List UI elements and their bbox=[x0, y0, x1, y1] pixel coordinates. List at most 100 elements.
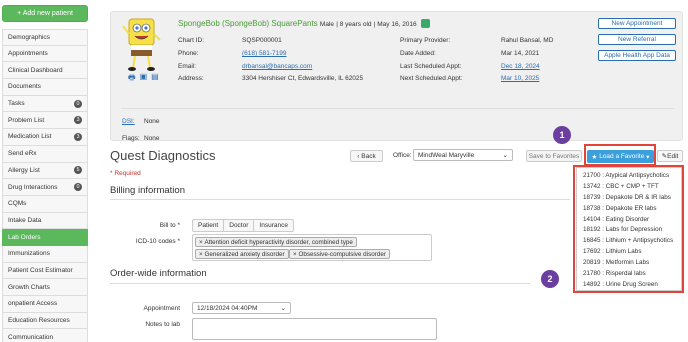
sidebar-item-label: Intake Data bbox=[8, 216, 42, 224]
sidebar-item[interactable]: onpatient Access bbox=[2, 296, 88, 313]
icd-tag[interactable]: × Obsessive-compulsive disorder bbox=[289, 249, 390, 259]
card-icon[interactable]: ▣ bbox=[140, 72, 148, 86]
sidebar-item[interactable]: Immunizations bbox=[2, 245, 88, 263]
sidebar-item-label: Tasks bbox=[8, 100, 25, 108]
sidebar-item[interactable]: CQMs bbox=[2, 195, 88, 213]
sidebar-item[interactable]: Allergy List 5 bbox=[2, 162, 88, 180]
print-icon[interactable]: 🖶 bbox=[128, 72, 136, 86]
order-wide-section-title: Order-wide information bbox=[110, 268, 207, 279]
edit-button[interactable]: ✎ Edit bbox=[657, 150, 683, 162]
icd-codes-label: ICD-10 codes * bbox=[135, 238, 180, 245]
id-card-icon[interactable]: ▤ bbox=[151, 72, 159, 86]
icd-tag-label: Obsessive-compulsive disorder bbox=[298, 250, 386, 258]
sidebar-item-label: Clinical Dashboard bbox=[8, 66, 63, 74]
sidebar-item[interactable]: Patient Cost Estimator bbox=[2, 262, 88, 280]
new-referral-button[interactable]: New Referral bbox=[598, 34, 676, 45]
back-button[interactable]: ‹ Back bbox=[350, 150, 383, 162]
icd-tag-label: Generalized anxiety disorder bbox=[204, 250, 285, 258]
dsi-value: None bbox=[144, 118, 160, 125]
sidebar-item[interactable]: Drug Interactions 0 bbox=[2, 179, 88, 196]
bill-to-patient[interactable]: Patient bbox=[192, 219, 225, 232]
icd-tag[interactable]: × Generalized anxiety disorder bbox=[195, 249, 289, 259]
patient-avatar bbox=[122, 18, 161, 71]
new-appointment-button[interactable]: New Appointment bbox=[598, 18, 676, 29]
sidebar-item-badge: 0 bbox=[74, 183, 82, 192]
sidebar-item-label: Communication bbox=[8, 333, 54, 341]
sidebar-item-label: Education Resources bbox=[8, 317, 70, 325]
sidebar-item[interactable]: Appointments bbox=[2, 45, 88, 63]
sidebar-item-label: Lab Orders bbox=[8, 233, 41, 241]
sidebar-item-label: Drug Interactions bbox=[8, 183, 58, 191]
bill-to-insurance[interactable]: Insurance bbox=[253, 219, 294, 232]
next-appt-label: Next Scheduled Appt: bbox=[400, 75, 463, 82]
chart-id-value: SQSP000001 bbox=[242, 37, 282, 44]
patient-status-icon[interactable] bbox=[420, 19, 430, 29]
sidebar-item-label: onpatient Access bbox=[8, 300, 58, 308]
primary-provider-label: Primary Provider: bbox=[400, 37, 451, 44]
main-content: 🖶 ▣ ▤ SpongeBob (SpongeBob) SquarePants … bbox=[110, 0, 688, 342]
sidebar-item[interactable]: Documents bbox=[2, 79, 88, 96]
icd-tag[interactable]: × Attention deficit hyperactivity disord… bbox=[195, 237, 357, 247]
page-title: Quest Diagnostics bbox=[110, 148, 216, 163]
sidebar-item-label: Problem List bbox=[8, 116, 45, 124]
sidebar-item-label: CQMs bbox=[8, 200, 27, 208]
sidebar-item[interactable]: Clinical Dashboard bbox=[2, 62, 88, 80]
sidebar-item[interactable]: Intake Data bbox=[2, 212, 88, 230]
sidebar: + Add new patient Demographics Appointmen… bbox=[0, 0, 89, 342]
sidebar-item-badge: 0 bbox=[74, 99, 82, 108]
notes-textarea[interactable] bbox=[192, 318, 437, 340]
patient-card: 🖶 ▣ ▤ SpongeBob (SpongeBob) SquarePants … bbox=[110, 11, 683, 142]
order-wide-divider bbox=[110, 283, 530, 284]
sidebar-item[interactable]: Education Resources bbox=[2, 312, 88, 330]
address-label: Address: bbox=[178, 75, 204, 82]
office-label: Office: bbox=[393, 152, 412, 159]
patient-name: SpongeBob (SpongeBob) SquarePants bbox=[178, 19, 318, 28]
required-note: * Required bbox=[110, 170, 141, 177]
highlight-box-favorites-list bbox=[573, 165, 684, 293]
dsi-link[interactable]: DSI: bbox=[122, 118, 135, 125]
add-new-patient-button[interactable]: + Add new patient bbox=[2, 5, 88, 22]
last-appt-label: Last Scheduled Appt: bbox=[400, 63, 462, 70]
sidebar-item[interactable]: Tasks 0 bbox=[2, 95, 88, 113]
callout-2: 2 bbox=[541, 270, 559, 288]
edit-label: Edit bbox=[667, 152, 679, 160]
sidebar-item[interactable]: Send eRx bbox=[2, 145, 88, 163]
card-divider bbox=[121, 108, 674, 109]
save-to-favorites-button[interactable]: Save to Favorites bbox=[526, 150, 582, 162]
sidebar-item-label: Immunizations bbox=[8, 250, 50, 258]
phone-link[interactable]: (618) 581-7199 bbox=[242, 50, 286, 57]
notes-label: Notes to lab bbox=[145, 321, 180, 328]
last-appt-link[interactable]: Dec 18, 2024 bbox=[501, 63, 540, 70]
appointment-select[interactable]: 12/18/2024 04:40PM ⌄ bbox=[192, 302, 291, 314]
phone-label: Phone: bbox=[178, 50, 199, 57]
sidebar-item-label: Medication List bbox=[8, 133, 52, 141]
bill-to-toggle: Patient Doctor Insurance bbox=[192, 219, 294, 232]
next-appt-link[interactable]: Mar 10, 2025 bbox=[501, 75, 539, 82]
sidebar-item[interactable]: Growth Charts bbox=[2, 279, 88, 296]
sidebar-item[interactable]: Problem List 3 bbox=[2, 112, 88, 130]
sidebar-nav: Demographics Appointments Clinical Dashboa… bbox=[2, 29, 88, 342]
icd-codes-input[interactable]: × Attention deficit hyperactivity disord… bbox=[192, 234, 432, 261]
bill-to-doctor[interactable]: Doctor bbox=[223, 219, 255, 232]
sidebar-item-label: Appointments bbox=[8, 50, 48, 58]
patient-header: SpongeBob (SpongeBob) SquarePants Male |… bbox=[178, 19, 430, 29]
chevron-down-icon: ⌄ bbox=[502, 152, 508, 159]
flags-label: Flags: bbox=[122, 135, 140, 142]
office-select[interactable]: MindWeal Maryville ⌄ bbox=[413, 149, 513, 161]
patient-action-buttons: New Appointment New Referral Apple Healt… bbox=[598, 18, 676, 66]
sidebar-item[interactable]: Lab Orders bbox=[2, 229, 88, 246]
billing-divider bbox=[110, 199, 570, 200]
sidebar-item[interactable]: Communication bbox=[2, 329, 88, 342]
patient-age: 8 years old bbox=[339, 21, 372, 28]
callout-1: 1 bbox=[553, 126, 571, 144]
sidebar-item[interactable]: Demographics bbox=[2, 29, 88, 46]
back-label: Back bbox=[361, 152, 376, 160]
apple-health-button[interactable]: Apple Health App Data bbox=[598, 50, 676, 61]
address-value: 3304 Hershiser Ct, Edwardsville, IL 6202… bbox=[242, 75, 364, 82]
flags-value: None bbox=[144, 135, 160, 142]
sidebar-item[interactable]: Medication List 3 bbox=[2, 129, 88, 146]
email-link[interactable]: drbansal@bancaps.com bbox=[242, 63, 312, 70]
sidebar-item-label: Patient Cost Estimator bbox=[8, 266, 73, 274]
patient-actions: 🖶 ▣ ▤ bbox=[128, 72, 159, 86]
date-added-value: Mar 14, 2021 bbox=[501, 50, 540, 57]
